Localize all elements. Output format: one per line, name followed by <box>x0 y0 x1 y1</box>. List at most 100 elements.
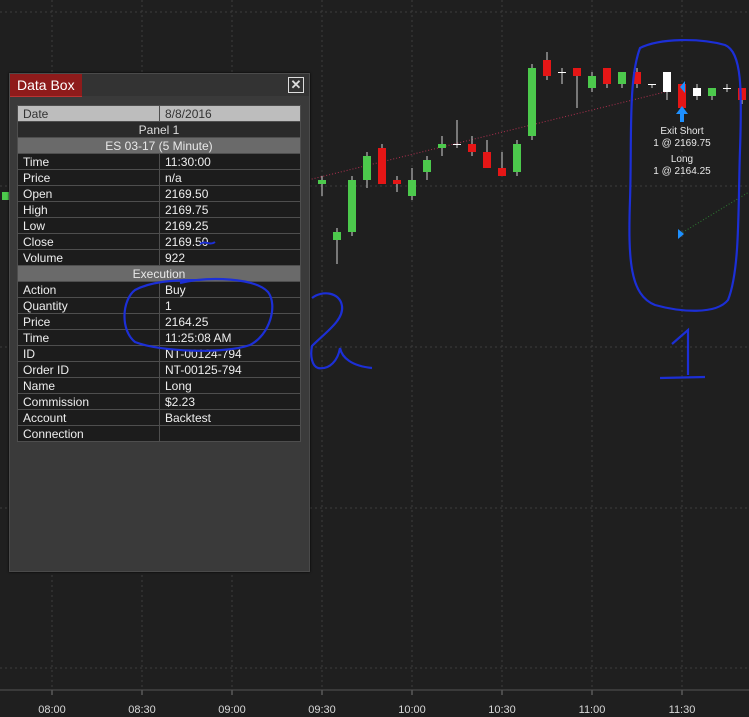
bar-value-label: Low <box>17 217 160 234</box>
candle-body[interactable] <box>618 72 626 84</box>
x-tick-label: 08:30 <box>128 704 156 716</box>
execution-row: Connection <box>17 425 301 442</box>
instrument-label: ES 03-17 (5 Minute) <box>17 137 301 154</box>
execution-label: Price <box>17 313 160 330</box>
execution-value: NT-00125-794 <box>159 361 301 378</box>
candle-body[interactable] <box>708 88 716 96</box>
candle-body[interactable] <box>558 72 566 73</box>
execution-row: Order ID NT-00125-794 <box>17 361 301 378</box>
candle-body[interactable] <box>438 144 446 148</box>
bar-value-row: High 2169.75 <box>17 201 301 218</box>
execution-row: ID NT-00124-794 <box>17 345 301 362</box>
x-tick-label: 09:30 <box>308 704 336 716</box>
candle-body[interactable] <box>483 152 491 168</box>
order-connector-line <box>299 91 666 183</box>
candle-body[interactable] <box>498 168 506 176</box>
bar-value-label: Price <box>17 169 160 186</box>
execution-values: Action Buy Quantity 1 Price 2164.25 Time 11:25:… <box>17 281 301 442</box>
instrument-row: ES 03-17 (5 Minute) <box>17 137 301 154</box>
candle-body[interactable] <box>738 88 746 100</box>
candle-body[interactable] <box>723 88 731 89</box>
bar-value-row: Volume 922 <box>17 249 301 266</box>
execution-row: Name Long <box>17 377 301 394</box>
execution-row: Account Backtest <box>17 409 301 426</box>
candle-body[interactable] <box>2 192 9 200</box>
execution-label: Commission <box>17 393 160 410</box>
candle-body[interactable] <box>648 84 656 85</box>
candle-body[interactable] <box>378 148 386 184</box>
entry-annotation-detail: 1 @ 2164.25 <box>653 166 711 177</box>
execution-label: Action <box>17 281 160 298</box>
bar-value-row: Time 11:30:00 <box>17 153 301 170</box>
execution-value: Buy <box>159 281 301 298</box>
bar-value-label: Close <box>17 233 160 250</box>
execution-label: ID <box>17 345 160 362</box>
execution-value: NT-00124-794 <box>159 345 301 362</box>
execution-label: Account <box>17 409 160 426</box>
x-tick-label: 10:00 <box>398 704 426 716</box>
data-box-title: Data Box <box>10 74 82 97</box>
bar-value-label: Volume <box>17 249 160 266</box>
bar-value-value: 2169.50 <box>159 233 301 250</box>
exit-arrow-icon[interactable] <box>676 106 688 122</box>
candle-body[interactable] <box>453 144 461 145</box>
close-icon[interactable]: ✕ <box>288 77 304 93</box>
data-box-table: Date 8/8/2016 Panel 1 ES 03-17 (5 Minute… <box>17 105 301 442</box>
bar-value-value: 922 <box>159 249 301 266</box>
candle-body[interactable] <box>543 60 551 76</box>
execution-header-row: Execution <box>17 265 301 282</box>
entry-marker-icon[interactable] <box>678 229 684 239</box>
candle-body[interactable] <box>693 88 701 96</box>
candle-body[interactable] <box>663 72 671 92</box>
execution-row: Price 2164.25 <box>17 313 301 330</box>
execution-label: Connection <box>17 425 160 442</box>
candle-body[interactable] <box>513 144 521 172</box>
bar-value-row: Close 2169.50 <box>17 233 301 250</box>
candle-body[interactable] <box>528 68 536 136</box>
data-box-titlebar[interactable]: Data Box ✕ <box>10 74 309 97</box>
bar-value-row: Price n/a <box>17 169 301 186</box>
entry-annotation-label: Long <box>670 154 694 165</box>
bar-value-value: 11:30:00 <box>159 153 301 170</box>
date-row: Date 8/8/2016 <box>17 105 301 122</box>
bar-value-row: Low 2169.25 <box>17 217 301 234</box>
candle-body[interactable] <box>423 160 431 172</box>
bar-value-label: High <box>17 201 160 218</box>
execution-value: Long <box>159 377 301 394</box>
bar-value-label: Open <box>17 185 160 202</box>
x-tick-label: 11:00 <box>578 704 606 716</box>
candle-body[interactable] <box>633 72 641 84</box>
execution-row: Quantity 1 <box>17 297 301 314</box>
data-box-window[interactable]: Data Box ✕ Date 8/8/2016 Panel 1 ES 03-1… <box>9 73 310 572</box>
candle-body[interactable] <box>588 76 596 88</box>
panel-label: Panel 1 <box>17 121 301 138</box>
candle-body[interactable] <box>333 232 341 240</box>
candle-body[interactable] <box>468 144 476 152</box>
execution-value: 11:25:08 AM <box>159 329 301 346</box>
candle-body[interactable] <box>408 180 416 196</box>
x-tick-label: 08:00 <box>38 704 66 716</box>
candle-body[interactable] <box>348 180 356 232</box>
bar-value-value: 2169.75 <box>159 201 301 218</box>
bar-value-value: n/a <box>159 169 301 186</box>
execution-row: Commission $2.23 <box>17 393 301 410</box>
execution-value: 1 <box>159 297 301 314</box>
execution-value <box>159 425 301 442</box>
x-tick-label: 09:00 <box>218 704 246 716</box>
bar-value-value: 2169.50 <box>159 185 301 202</box>
order-connector-line-green <box>679 191 749 235</box>
exit-annotation-label: Exit Short <box>660 126 704 137</box>
bar-values: Time 11:30:00 Price n/a Open 2169.50 High 2169.… <box>17 153 301 266</box>
execution-label: Time <box>17 329 160 346</box>
date-value: 8/8/2016 <box>159 105 301 122</box>
bar-value-row: Open 2169.50 <box>17 185 301 202</box>
execution-label: Order ID <box>17 361 160 378</box>
execution-value: $2.23 <box>159 393 301 410</box>
execution-row: Time 11:25:08 AM <box>17 329 301 346</box>
candle-body[interactable] <box>573 68 581 76</box>
candle-body[interactable] <box>363 156 371 180</box>
candle-body[interactable] <box>318 180 326 184</box>
candle-body[interactable] <box>603 68 611 84</box>
candle-body[interactable] <box>393 180 401 184</box>
execution-label: Quantity <box>17 297 160 314</box>
